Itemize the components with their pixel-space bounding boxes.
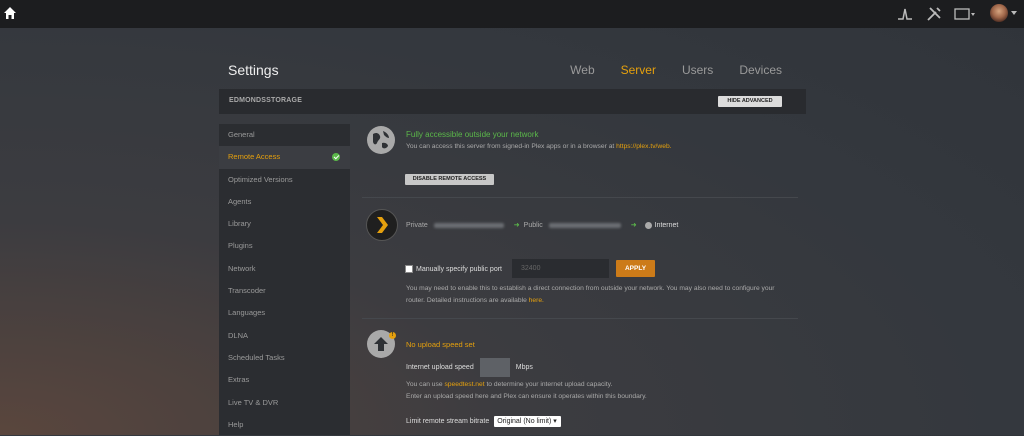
remote-access-status: Fully accessible outside your network bbox=[406, 130, 539, 139]
sidebar-item-plugins[interactable]: Plugins bbox=[219, 235, 350, 257]
page-title: Settings bbox=[228, 62, 279, 78]
settings-sidebar: General Remote Access Optimized Versions… bbox=[219, 124, 350, 435]
tab-server[interactable]: Server bbox=[621, 63, 656, 77]
sidebar-item-remote-access[interactable]: Remote Access bbox=[219, 146, 350, 169]
sidebar-item-optimized-versions[interactable]: Optimized Versions bbox=[219, 169, 350, 191]
internet-label: Internet bbox=[654, 221, 679, 229]
warning-icon: ! bbox=[389, 332, 396, 339]
sidebar-item-scheduled-tasks[interactable]: Scheduled Tasks bbox=[219, 347, 350, 369]
public-label: Public bbox=[523, 221, 543, 229]
network-mapping: Private ➜ Public ➜ Internet bbox=[406, 220, 678, 230]
tools-icon[interactable] bbox=[926, 6, 942, 22]
arrow-right-icon: ➜ bbox=[513, 222, 520, 229]
remote-access-description: You can access this server from signed-i… bbox=[406, 143, 672, 150]
home-icon[interactable] bbox=[3, 6, 17, 20]
sidebar-item-agents[interactable]: Agents bbox=[219, 191, 350, 213]
tab-devices[interactable]: Devices bbox=[739, 63, 782, 77]
manual-port-note-text: You may need to enable this to establish… bbox=[406, 285, 775, 304]
apply-button[interactable]: APPLY bbox=[616, 260, 655, 277]
settings-tabs: Web Server Users Devices bbox=[570, 63, 782, 77]
divider bbox=[362, 318, 798, 319]
upload-speed-unit: Mbps bbox=[515, 363, 533, 371]
activity-icon[interactable] bbox=[897, 6, 913, 22]
sidebar-item-general[interactable]: General bbox=[219, 124, 350, 146]
upload-note-suffix: to determine your internet upload capaci… bbox=[486, 381, 613, 388]
manual-port-label: Manually specify public port bbox=[416, 265, 502, 273]
tab-users[interactable]: Users bbox=[682, 63, 713, 77]
check-icon bbox=[332, 153, 340, 162]
globe-icon bbox=[367, 126, 395, 154]
manual-port-checkbox[interactable] bbox=[405, 265, 413, 273]
chevron-down-icon[interactable] bbox=[1011, 11, 1017, 15]
limit-bitrate-value: Original (No limit) bbox=[497, 417, 552, 425]
sidebar-item-help[interactable]: Help bbox=[219, 414, 350, 436]
sidebar-item-transcoder[interactable]: Transcoder bbox=[219, 280, 350, 302]
private-label: Private bbox=[406, 221, 428, 229]
divider bbox=[362, 197, 798, 198]
hide-advanced-button[interactable]: HIDE ADVANCED bbox=[718, 96, 782, 107]
upload-speed-note: You can use speedtest.net to determine y… bbox=[406, 379, 786, 403]
upload-speed-row: Internet upload speed Mbps bbox=[406, 357, 533, 377]
avatar[interactable] bbox=[990, 4, 1008, 22]
manual-port-note: You may need to enable this to establish… bbox=[406, 283, 786, 307]
upload-note-line2: Enter an upload speed here and Plex can … bbox=[406, 393, 647, 400]
chevron-down-icon: ▾ bbox=[553, 417, 557, 425]
limit-bitrate-row: Limit remote stream bitrate Original (No… bbox=[406, 414, 561, 428]
disable-remote-access-button[interactable]: DISABLE REMOTE ACCESS bbox=[405, 174, 494, 185]
instructions-link[interactable]: here. bbox=[529, 297, 544, 304]
public-address-redacted bbox=[548, 222, 621, 228]
upload-speed-label: Internet upload speed bbox=[406, 363, 474, 371]
remote-access-description-text: You can access this server from signed-i… bbox=[406, 143, 615, 150]
plex-logo bbox=[366, 209, 398, 241]
remote-access-panel: Fully accessible outside your network Yo… bbox=[360, 120, 800, 435]
limit-bitrate-label: Limit remote stream bitrate bbox=[406, 417, 490, 425]
cast-icon[interactable] bbox=[954, 6, 976, 22]
upload-speed-input[interactable] bbox=[479, 357, 510, 377]
sidebar-item-library[interactable]: Library bbox=[219, 213, 350, 235]
plex-web-link[interactable]: https://plex.tv/web. bbox=[616, 143, 671, 150]
manual-port-option[interactable]: Manually specify public port bbox=[405, 260, 502, 278]
sidebar-item-extras[interactable]: Extras bbox=[219, 369, 350, 391]
public-port-input[interactable]: 32400 bbox=[512, 259, 609, 278]
speedtest-link[interactable]: speedtest.net bbox=[444, 381, 484, 388]
server-name: EDMONDSSTORAGE bbox=[229, 97, 303, 104]
top-bar bbox=[0, 0, 1024, 28]
upload-note-prefix: You can use bbox=[406, 381, 443, 388]
server-bar: EDMONDSSTORAGE HIDE ADVANCED bbox=[219, 89, 806, 114]
arrow-right-icon: ➜ bbox=[630, 222, 637, 229]
limit-bitrate-select[interactable]: Original (No limit) ▾ bbox=[494, 415, 561, 427]
globe-icon bbox=[644, 221, 652, 229]
sidebar-item-network[interactable]: Network bbox=[219, 258, 350, 280]
sidebar-item-label: Remote Access bbox=[228, 152, 281, 162]
sidebar-item-languages[interactable]: Languages bbox=[219, 302, 350, 324]
sidebar-item-live-tv-dvr[interactable]: Live TV & DVR bbox=[219, 392, 350, 414]
tab-web[interactable]: Web bbox=[570, 63, 594, 77]
private-address-redacted bbox=[433, 222, 504, 228]
sidebar-item-dlna[interactable]: DLNA bbox=[219, 325, 350, 347]
upload-speed-warning: No upload speed set bbox=[406, 340, 475, 349]
